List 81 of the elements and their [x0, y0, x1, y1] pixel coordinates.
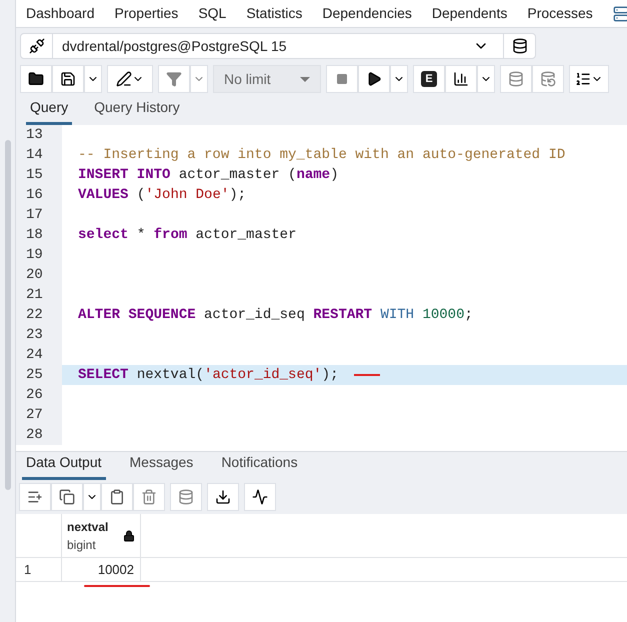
tab[interactable]: Dashboard [26, 3, 94, 24]
open-file-button[interactable] [20, 65, 52, 93]
line-number: 14 [16, 145, 62, 165]
numbered-list-icon [575, 71, 591, 87]
code-line: INSERT INTO actor_master (name) [78, 166, 338, 184]
line-number: 28 [16, 425, 62, 445]
save-icon [60, 71, 76, 87]
connection-text: dvdrental/postgres@PostgreSQL 15 [61, 36, 288, 56]
commit-button[interactable] [500, 65, 532, 93]
line-number: 15 [16, 165, 62, 185]
line-number: 22 [16, 305, 62, 325]
database-icon [178, 489, 194, 505]
tab[interactable]: SQL [198, 3, 226, 24]
line-number: 26 [16, 385, 62, 405]
plug-icon [28, 38, 44, 54]
row-number: 1 [23, 560, 32, 579]
copy-icon [59, 489, 75, 505]
bar-chart-icon [453, 71, 469, 87]
macros-button[interactable] [569, 65, 609, 93]
line-number: 13 [16, 125, 62, 145]
download-button[interactable] [207, 483, 239, 511]
line-number: 19 [16, 245, 62, 265]
line-number: 16 [16, 185, 62, 205]
tab[interactable]: Dependents [432, 3, 508, 24]
edit-button[interactable] [107, 65, 153, 93]
add-row-button[interactable] [19, 483, 51, 511]
explain-button[interactable]: E [413, 65, 445, 93]
connection-select[interactable]: dvdrental/postgres@PostgreSQL 15 [20, 33, 536, 59]
copy-button[interactable] [51, 483, 83, 511]
line-number: 20 [16, 265, 62, 285]
database-icon[interactable] [612, 6, 627, 22]
pen-icon [116, 71, 132, 87]
column-header[interactable]: nextval bigint [61, 514, 141, 557]
lock-icon [123, 530, 135, 542]
line-number: 21 [16, 285, 62, 305]
play-icon [366, 71, 382, 87]
code-line: -- Inserting a row into my_table with an auto-generated ID [78, 146, 566, 164]
paste-button[interactable] [101, 483, 133, 511]
line-number: 27 [16, 405, 62, 425]
table-cell-text: 10002 [98, 560, 134, 579]
line-number: 25 [16, 365, 62, 385]
filter-button[interactable] [158, 65, 190, 93]
line-number: 17 [16, 205, 62, 225]
save-data-button[interactable] [170, 483, 202, 511]
line-number: 23 [16, 325, 62, 345]
database-undo-icon [540, 71, 556, 87]
line-graph-icon [252, 489, 268, 505]
tab[interactable]: Dependencies [322, 3, 412, 24]
stop-icon [336, 73, 348, 85]
code-line: select * from actor_master [78, 226, 296, 244]
tab[interactable]: Properties [114, 3, 178, 24]
column-type: bigint [67, 536, 97, 554]
database-icon [508, 71, 524, 87]
code-line: SELECT nextval('actor_id_seq'); [78, 366, 338, 384]
code-line: VALUES ('John Doe'); [78, 186, 246, 204]
caret-icon [300, 76, 310, 82]
line-number: 24 [16, 345, 62, 365]
column-name: nextval [67, 518, 108, 536]
line-number: 18 [16, 225, 62, 245]
rollback-button[interactable] [532, 65, 564, 93]
tab[interactable]: Messages [126, 452, 198, 480]
tab[interactable]: Notifications [217, 452, 302, 480]
filter-icon [166, 71, 182, 87]
run-button[interactable] [358, 65, 390, 93]
tab[interactable]: Query History [90, 97, 184, 125]
database-icon [512, 38, 528, 54]
explain-analyze-button[interactable] [445, 65, 477, 93]
limit-select[interactable]: No limit [213, 65, 321, 93]
tab[interactable]: Data Output [22, 452, 106, 480]
clipboard-icon [109, 489, 125, 505]
graph-button[interactable] [244, 483, 276, 511]
download-icon [215, 489, 231, 505]
tab[interactable]: Statistics [246, 3, 302, 24]
code-line: ALTER SEQUENCE actor_id_seq RESTART WITH 10000; [78, 306, 473, 324]
save-button[interactable] [52, 65, 84, 93]
tab[interactable]: Processes [527, 3, 593, 24]
delete-button[interactable] [133, 483, 165, 511]
folder-icon [28, 71, 44, 87]
scrollbar[interactable] [4, 140, 10, 490]
list-plus-icon [27, 489, 43, 505]
trash-icon [141, 489, 157, 505]
